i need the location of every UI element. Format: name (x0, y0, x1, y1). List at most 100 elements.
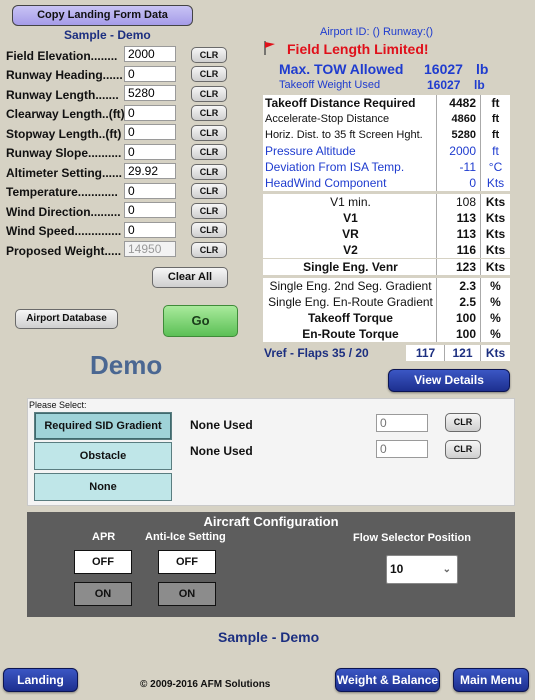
result-unit: Kts (480, 175, 510, 191)
runway-heading-input[interactable] (124, 66, 176, 82)
altimeter-setting-input[interactable] (124, 163, 176, 179)
result-row: Accelerate-Stop Distance 4860 ft (263, 111, 510, 127)
proposed-weight-clr-button[interactable]: CLR (191, 242, 227, 258)
wind-direction-clr-button[interactable]: CLR (191, 203, 227, 219)
required-sid-gradient-button[interactable]: Required SID Gradient (34, 412, 172, 440)
go-button[interactable]: Go (163, 305, 238, 337)
speed-label: VR (342, 227, 359, 241)
runway-length-label: Runway Length....... (6, 88, 119, 102)
speed-value: 113 (436, 210, 480, 226)
result-unit: ft (480, 143, 510, 159)
result-value: 4482 (436, 95, 480, 111)
flow-selector-label: Flow Selector Position (353, 532, 471, 544)
speed-unit: Kts (480, 194, 510, 210)
apr-label: APR (92, 531, 116, 543)
field-elevation-input[interactable] (124, 46, 176, 62)
gradient-row: En-Route Torque 100 % (263, 326, 510, 342)
result-value: 4860 (436, 111, 480, 127)
landing-button[interactable]: Landing (3, 668, 78, 692)
apr-off-toggle[interactable]: OFF (74, 550, 132, 574)
stopway-length-label: Stopway Length..(ft) (6, 127, 122, 141)
gradient-value: 100 (436, 310, 480, 326)
runway-heading-label: Runway Heading...... (6, 68, 123, 82)
flow-selector-dropdown[interactable]: 10 ⌄ (386, 555, 458, 584)
obstacle-button[interactable]: Obstacle (34, 442, 172, 470)
runway-slope-clr-button[interactable]: CLR (191, 144, 227, 160)
speed-row: V1 113 Kts (263, 210, 510, 226)
sid-input-1[interactable] (376, 414, 428, 432)
none-button[interactable]: None (34, 473, 172, 501)
wind-speed-clr-button[interactable]: CLR (191, 222, 227, 238)
result-unit: ft (480, 95, 510, 111)
stopway-length-clr-button[interactable]: CLR (191, 125, 227, 141)
anti-ice-off-toggle[interactable]: OFF (158, 550, 216, 574)
sid-input-2[interactable] (376, 440, 428, 458)
temperature-input[interactable] (124, 183, 176, 199)
clearway-length-input[interactable] (124, 105, 176, 121)
result-unit: °C (480, 159, 510, 175)
clearway-length-clr-button[interactable]: CLR (191, 105, 227, 121)
speed-row: VR 113 Kts (263, 226, 510, 242)
gradient-label: Single Eng. 2nd Seg. Gradient (269, 279, 432, 293)
result-row: Horiz. Dist. to 35 ft Screen Hght. 5280 … (263, 127, 510, 143)
wind-speed-label: Wind Speed.............. (6, 224, 122, 238)
sid-clr-button-1[interactable]: CLR (445, 413, 481, 432)
vref-value-1: 117 (406, 345, 444, 361)
field-elevation-clr-button[interactable]: CLR (191, 47, 227, 63)
result-label: HeadWind Component (265, 176, 387, 190)
speed-label: V1 min. (330, 195, 371, 209)
altimeter-setting-clr-button[interactable]: CLR (191, 164, 227, 180)
gradient-unit: % (480, 326, 510, 342)
temperature-clr-button[interactable]: CLR (191, 183, 227, 199)
view-details-button[interactable]: View Details (388, 369, 510, 392)
runway-length-clr-button[interactable]: CLR (191, 86, 227, 102)
speed-row: Single Eng. Venr 123 Kts (263, 259, 510, 275)
runway-slope-label: Runway Slope.......... (6, 146, 122, 160)
sid-clr-button-2[interactable]: CLR (445, 440, 481, 459)
wind-speed-input[interactable] (124, 222, 176, 238)
takeoff-weight-value: 16027 (427, 78, 461, 92)
weight-balance-button[interactable]: Weight & Balance (335, 668, 440, 692)
speed-unit: Kts (480, 226, 510, 242)
runway-slope-input[interactable] (124, 144, 176, 160)
vref-unit: Kts (480, 345, 510, 361)
speed-label: Single Eng. Venr (303, 260, 398, 274)
demo-label: Demo (90, 350, 163, 380)
speed-unit: Kts (480, 210, 510, 226)
gradient-row: Takeoff Torque 100 % (263, 310, 510, 326)
gradient-value: 100 (436, 326, 480, 342)
result-unit: ft (480, 111, 510, 127)
runway-length-input[interactable] (124, 85, 176, 101)
copy-landing-form-button[interactable]: Copy Landing Form Data (12, 5, 193, 26)
result-value: 0 (436, 175, 480, 191)
clear-all-button[interactable]: Clear All (152, 267, 228, 288)
wind-direction-input[interactable] (124, 202, 176, 218)
aircraft-config-title: Aircraft Configuration (203, 514, 339, 529)
runway-heading-clr-button[interactable]: CLR (191, 66, 227, 82)
vref-value-2: 121 (444, 345, 480, 361)
speed-label: V2 (343, 243, 358, 257)
gradient-label: En-Route Torque (302, 327, 399, 341)
airport-info: Airport ID: () Runway:() (320, 26, 434, 38)
airport-database-button[interactable]: Airport Database (15, 309, 118, 329)
gradient-unit: % (480, 310, 510, 326)
max-tow-unit: lb (476, 61, 489, 77)
anti-ice-on-toggle[interactable]: ON (158, 582, 216, 606)
gradient-value: 2.5 (436, 294, 480, 310)
apr-on-toggle[interactable]: ON (74, 582, 132, 606)
result-label: Pressure Altitude (265, 144, 356, 158)
gradient-label: Single Eng. En-Route Gradient (268, 295, 433, 309)
result-row: Deviation From ISA Temp. -11 °C (263, 159, 510, 175)
gradient-unit: % (480, 278, 510, 294)
vref-row: Vref - Flaps 35 / 20 117 121 Kts (263, 345, 510, 361)
proposed-weight-input[interactable] (124, 241, 176, 257)
result-row: Takeoff Distance Required 4482 ft (263, 95, 510, 111)
main-menu-button[interactable]: Main Menu (453, 668, 529, 692)
gradient-row: Single Eng. 2nd Seg. Gradient 2.3 % (263, 278, 510, 294)
stopway-length-input[interactable] (124, 124, 176, 140)
anti-ice-label: Anti-Ice Setting (145, 531, 226, 543)
result-row: HeadWind Component 0 Kts (263, 175, 510, 191)
result-label: Takeoff Distance Required (265, 96, 416, 110)
copyright: © 2009-2016 AFM Solutions (140, 679, 271, 690)
result-row: Pressure Altitude 2000 ft (263, 143, 510, 159)
